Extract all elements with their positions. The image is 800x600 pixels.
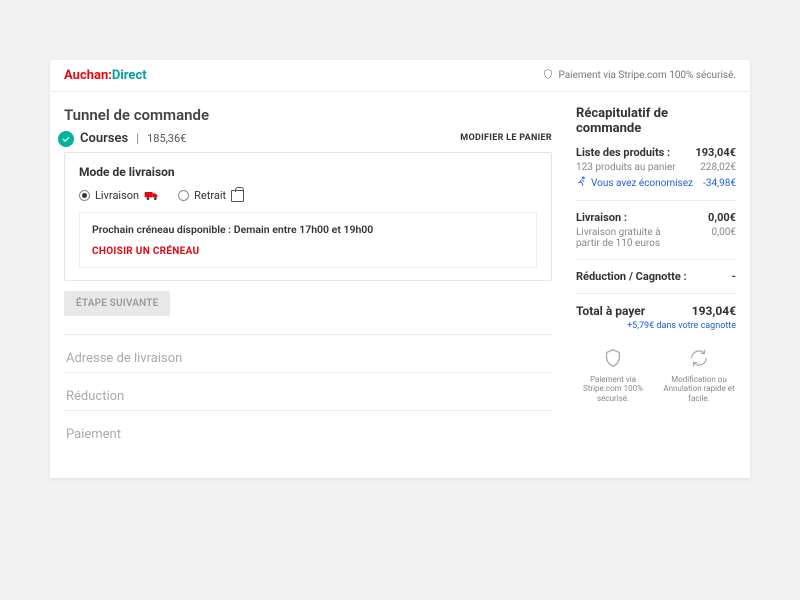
badge-cancel-text: Modification ou Annulation rapide et fac… [662, 375, 736, 404]
option-pickup[interactable]: Retrait [178, 189, 244, 202]
secure-payment-note: Paiement via Stripe.com 100% sécurisé. [542, 68, 736, 83]
checkout-card: Auchan:Direct Paiement via Stripe.com 10… [50, 60, 750, 478]
check-icon [58, 131, 74, 147]
recap-cagnotte-note: +5,79€ dans votre cagnotte [576, 321, 736, 331]
divider [576, 200, 736, 201]
delivery-mode-panel: Mode de livraison Livraison [64, 152, 552, 281]
recap-products-sub: 123 produits au panier 228,02€ [576, 162, 736, 173]
step-courses-header: Courses | 185,36€ MODIFIER LE PANIER [64, 130, 552, 146]
recap-delivery-note-row: Livraison gratuite à partir de 110 euros… [576, 227, 736, 249]
recap-delivery-note: Livraison gratuite à partir de 110 euros [576, 227, 676, 249]
recap-reduction-label: Réduction / Cagnotte : [576, 270, 687, 283]
option-delivery[interactable]: Livraison [79, 189, 160, 202]
next-step-button[interactable]: ÉTAPE SUIVANTE [64, 291, 170, 316]
option-delivery-label: Livraison [95, 189, 139, 202]
slot-box: Prochain créneau disponible : Demain ent… [79, 212, 537, 268]
brand-name-a: Auchan: [64, 68, 112, 83]
recap-delivery-label: Livraison : [576, 211, 627, 224]
step-reduction: Réduction [64, 373, 552, 411]
recap-total-amount: 193,04€ [692, 304, 736, 318]
recap-products-count: 123 produits au panier [576, 162, 676, 173]
refresh-icon [688, 347, 710, 369]
radio-icon [79, 190, 90, 201]
shield-icon [602, 347, 624, 369]
recap-column: Récapitulatif de commande Liste des prod… [576, 106, 736, 448]
recap-total-label: Total à payer [576, 304, 645, 318]
info-badges: Paiement via Stripe.com 100% sécurisé. M… [576, 347, 736, 403]
recap-total-row: Total à payer 193,04€ [576, 304, 736, 318]
secure-payment-text: Paiement via Stripe.com 100% sécurisé. [558, 70, 736, 81]
main-column: Tunnel de commande Courses | 185,36€ MOD… [64, 106, 552, 448]
badge-easy-cancel: Modification ou Annulation rapide et fac… [662, 347, 736, 403]
recap-products-orig: 228,02€ [700, 162, 736, 173]
badge-secure-payment: Paiement via Stripe.com 100% sécurisé. [576, 347, 650, 403]
content: Tunnel de commande Courses | 185,36€ MOD… [50, 92, 750, 478]
brand-name-b: Direct [112, 68, 147, 83]
step-payment: Paiement [64, 411, 552, 448]
separator: | [136, 131, 139, 145]
radio-icon [178, 190, 189, 201]
step-courses-title: Courses [80, 131, 128, 146]
recap-products-row: Liste des produits : 193,04€ [576, 146, 736, 159]
bag-icon [231, 190, 244, 202]
modify-cart-button[interactable]: MODIFIER LE PANIER [460, 133, 552, 143]
brand-logo[interactable]: Auchan:Direct [64, 68, 147, 83]
recap-delivery-amount: 0,00€ [708, 211, 736, 224]
recap-savings-row[interactable]: Vous avez économisez -34,98€ [576, 176, 736, 190]
page-title: Tunnel de commande [64, 106, 552, 124]
runner-icon [576, 176, 587, 190]
recap-delivery-row: Livraison : 0,00€ [576, 211, 736, 224]
step-courses-price: 185,36€ [147, 132, 186, 145]
choose-slot-button[interactable]: CHOISIR UN CRÉNEAU [92, 246, 524, 257]
badge-secure-text: Paiement via Stripe.com 100% sécurisé. [576, 375, 650, 404]
next-slot-text: Prochain créneau disponible : Demain ent… [92, 223, 524, 236]
delivery-mode-options: Livraison Retrait [79, 189, 537, 202]
recap-savings-amount: -34,98€ [703, 178, 736, 189]
divider [576, 293, 736, 294]
step-address: Adresse de livraison [64, 335, 552, 373]
recap-savings-label: Vous avez économisez [591, 178, 693, 189]
recap-title: Récapitulatif de commande [576, 106, 736, 136]
recap-delivery-note-amount: 0,00€ [712, 227, 736, 238]
delivery-mode-title: Mode de livraison [79, 165, 537, 179]
shield-icon [542, 68, 554, 83]
topbar: Auchan:Direct Paiement via Stripe.com 10… [50, 60, 750, 92]
recap-products-label: Liste des produits : [576, 146, 670, 159]
recap-reduction-row: Réduction / Cagnotte : - [576, 270, 736, 283]
recap-reduction-amount: - [732, 270, 736, 283]
truck-icon [144, 190, 160, 202]
divider [576, 259, 736, 260]
option-pickup-label: Retrait [194, 189, 226, 202]
recap-products-total: 193,04€ [695, 146, 736, 159]
